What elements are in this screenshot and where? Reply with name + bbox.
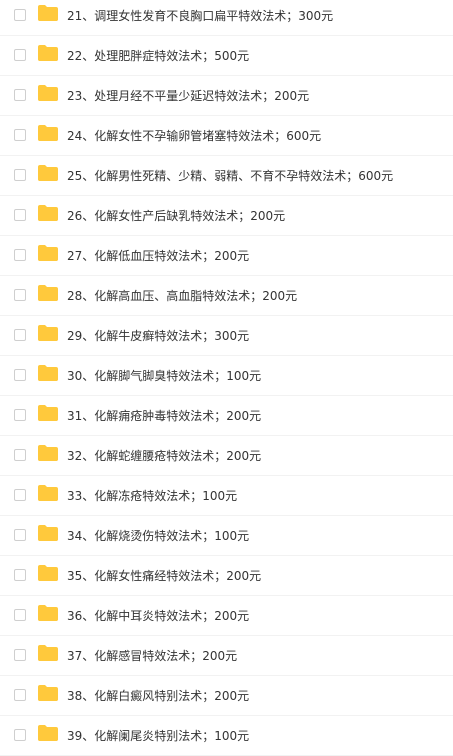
folder-name[interactable]: 34、化解烧烫伤特效法术；100元: [67, 527, 249, 545]
list-item[interactable]: 25、化解男性死精、少精、弱精、不育不孕特效法术；600元: [0, 156, 453, 196]
list-item[interactable]: 34、化解烧烫伤特效法术；100元: [0, 516, 453, 556]
folder-icon: [37, 364, 59, 382]
folder-icon: [37, 284, 59, 302]
folder-icon: [37, 324, 59, 342]
list-item[interactable]: 38、化解白癜风特别法术；200元: [0, 676, 453, 716]
folder-icon: [37, 604, 59, 622]
folder-icon: [37, 684, 59, 702]
folder-icon: [37, 4, 59, 22]
folder-icon: [37, 484, 59, 502]
folder-icon: [37, 564, 59, 582]
list-item[interactable]: 32、化解蛇缠腰疮特效法术；200元: [0, 436, 453, 476]
folder-icon: [37, 404, 59, 422]
folder-icon: [37, 84, 59, 102]
folder-name[interactable]: 38、化解白癜风特别法术；200元: [67, 687, 249, 705]
list-item[interactable]: 33、化解冻疮特效法术；100元: [0, 476, 453, 516]
folder-icon: [37, 644, 59, 662]
list-item[interactable]: 23、处理月经不平量少延迟特效法术；200元: [0, 76, 453, 116]
row-checkbox[interactable]: [14, 569, 26, 581]
row-checkbox[interactable]: [14, 9, 26, 21]
folder-name[interactable]: 25、化解男性死精、少精、弱精、不育不孕特效法术；600元: [67, 167, 393, 185]
folder-name[interactable]: 29、化解牛皮癣特效法术；300元: [67, 327, 249, 345]
list-item[interactable]: 36、化解中耳炎特效法术；200元: [0, 596, 453, 636]
row-checkbox[interactable]: [14, 169, 26, 181]
folder-name[interactable]: 32、化解蛇缠腰疮特效法术；200元: [67, 447, 261, 465]
list-item[interactable]: 24、化解女性不孕输卵管堵塞特效法术；600元: [0, 116, 453, 156]
row-checkbox[interactable]: [14, 289, 26, 301]
folder-name[interactable]: 27、化解低血压特效法术；200元: [67, 247, 249, 265]
list-item[interactable]: 26、化解女性产后缺乳特效法术；200元: [0, 196, 453, 236]
row-checkbox[interactable]: [14, 249, 26, 261]
row-checkbox[interactable]: [14, 89, 26, 101]
row-checkbox[interactable]: [14, 649, 26, 661]
row-checkbox[interactable]: [14, 689, 26, 701]
row-checkbox[interactable]: [14, 449, 26, 461]
list-item[interactable]: 28、化解高血压、高血脂特效法术；200元: [0, 276, 453, 316]
list-item[interactable]: 37、化解感冒特效法术；200元: [0, 636, 453, 676]
row-checkbox[interactable]: [14, 729, 26, 741]
row-checkbox[interactable]: [14, 529, 26, 541]
folder-name[interactable]: 36、化解中耳炎特效法术；200元: [67, 607, 249, 625]
folder-name[interactable]: 33、化解冻疮特效法术；100元: [67, 487, 237, 505]
row-checkbox[interactable]: [14, 49, 26, 61]
folder-name[interactable]: 30、化解脚气脚臭特效法术；100元: [67, 367, 261, 385]
row-checkbox[interactable]: [14, 329, 26, 341]
folder-name[interactable]: 23、处理月经不平量少延迟特效法术；200元: [67, 87, 309, 105]
list-item[interactable]: 21、调理女性发育不良胸口扁平特效法术；300元: [0, 0, 453, 36]
list-item[interactable]: 27、化解低血压特效法术；200元: [0, 236, 453, 276]
folder-name[interactable]: 22、处理肥胖症特效法术；500元: [67, 47, 249, 65]
folder-name[interactable]: 21、调理女性发育不良胸口扁平特效法术；300元: [67, 7, 333, 25]
folder-name[interactable]: 26、化解女性产后缺乳特效法术；200元: [67, 207, 285, 225]
folder-icon: [37, 444, 59, 462]
folder-icon: [37, 724, 59, 742]
list-item[interactable]: 31、化解痈疮肿毒特效法术；200元: [0, 396, 453, 436]
folder-name[interactable]: 39、化解阑尾炎特别法术；100元: [67, 727, 249, 745]
row-checkbox[interactable]: [14, 489, 26, 501]
row-checkbox[interactable]: [14, 409, 26, 421]
folder-icon: [37, 244, 59, 262]
row-checkbox[interactable]: [14, 369, 26, 381]
row-checkbox[interactable]: [14, 609, 26, 621]
list-item[interactable]: 39、化解阑尾炎特别法术；100元: [0, 716, 453, 756]
folder-name[interactable]: 35、化解女性痛经特效法术；200元: [67, 567, 261, 585]
folder-icon: [37, 124, 59, 142]
folder-name[interactable]: 24、化解女性不孕输卵管堵塞特效法术；600元: [67, 127, 321, 145]
list-item[interactable]: 29、化解牛皮癣特效法术；300元: [0, 316, 453, 356]
row-checkbox[interactable]: [14, 129, 26, 141]
file-list: 21、调理女性发育不良胸口扁平特效法术；300元 22、处理肥胖症特效法术；50…: [0, 0, 453, 756]
list-item[interactable]: 35、化解女性痛经特效法术；200元: [0, 556, 453, 596]
list-item[interactable]: 22、处理肥胖症特效法术；500元: [0, 36, 453, 76]
list-item[interactable]: 30、化解脚气脚臭特效法术；100元: [0, 356, 453, 396]
folder-icon: [37, 164, 59, 182]
folder-name[interactable]: 37、化解感冒特效法术；200元: [67, 647, 237, 665]
folder-icon: [37, 524, 59, 542]
folder-name[interactable]: 31、化解痈疮肿毒特效法术；200元: [67, 407, 261, 425]
folder-icon: [37, 204, 59, 222]
row-checkbox[interactable]: [14, 209, 26, 221]
folder-name[interactable]: 28、化解高血压、高血脂特效法术；200元: [67, 287, 297, 305]
folder-icon: [37, 44, 59, 62]
